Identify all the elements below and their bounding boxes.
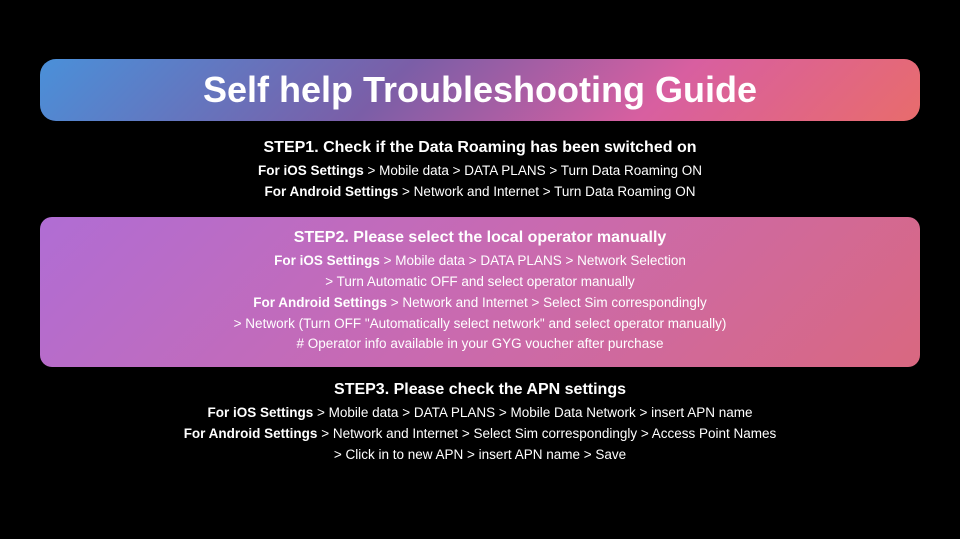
step1-android-text: > Network and Internet > Turn Data Roami… bbox=[398, 184, 695, 199]
step3-android-text: > Network and Internet > Select Sim corr… bbox=[317, 426, 776, 441]
step2-line5: # Operator info available in your GYG vo… bbox=[60, 334, 900, 355]
step2-ios-label: For iOS Settings bbox=[274, 253, 380, 268]
step3-section: STEP3. Please check the APN settings For… bbox=[40, 381, 920, 466]
step1-section: STEP1. Check if the Data Roaming has bee… bbox=[40, 139, 920, 203]
title-banner: Self help Troubleshooting Guide bbox=[40, 59, 920, 121]
step1-ios-text: > Mobile data > DATA PLANS > Turn Data R… bbox=[364, 163, 702, 178]
main-title: Self help Troubleshooting Guide bbox=[203, 69, 757, 110]
step1-title: STEP1. Check if the Data Roaming has bee… bbox=[40, 139, 920, 157]
step3-ios-text: > Mobile data > DATA PLANS > Mobile Data… bbox=[313, 405, 752, 420]
step1-ios-label: For iOS Settings bbox=[258, 163, 364, 178]
step3-line3: > Click in to new APN > insert APN name … bbox=[40, 445, 920, 466]
step1-line1: For iOS Settings > Mobile data > DATA PL… bbox=[40, 161, 920, 182]
step1-line2: For Android Settings > Network and Inter… bbox=[40, 182, 920, 203]
step2-title: STEP2. Please select the local operator … bbox=[60, 229, 900, 247]
step2-section: STEP2. Please select the local operator … bbox=[40, 217, 920, 368]
step2-line1: For iOS Settings > Mobile data > DATA PL… bbox=[60, 251, 900, 272]
step2-line3: For Android Settings > Network and Inter… bbox=[60, 293, 900, 314]
step3-line1: For iOS Settings > Mobile data > DATA PL… bbox=[40, 403, 920, 424]
step2-android-label: For Android Settings bbox=[253, 295, 387, 310]
step3-line2: For Android Settings > Network and Inter… bbox=[40, 424, 920, 445]
step2-ios-text: > Mobile data > DATA PLANS > Network Sel… bbox=[380, 253, 686, 268]
step2-line2: > Turn Automatic OFF and select operator… bbox=[60, 272, 900, 293]
step3-title: STEP3. Please check the APN settings bbox=[40, 381, 920, 399]
step3-ios-label: For iOS Settings bbox=[208, 405, 314, 420]
step3-android-label: For Android Settings bbox=[184, 426, 318, 441]
step2-line4: > Network (Turn OFF "Automatically selec… bbox=[60, 314, 900, 335]
step2-android-text: > Network and Internet > Select Sim corr… bbox=[387, 295, 707, 310]
step1-android-label: For Android Settings bbox=[265, 184, 399, 199]
